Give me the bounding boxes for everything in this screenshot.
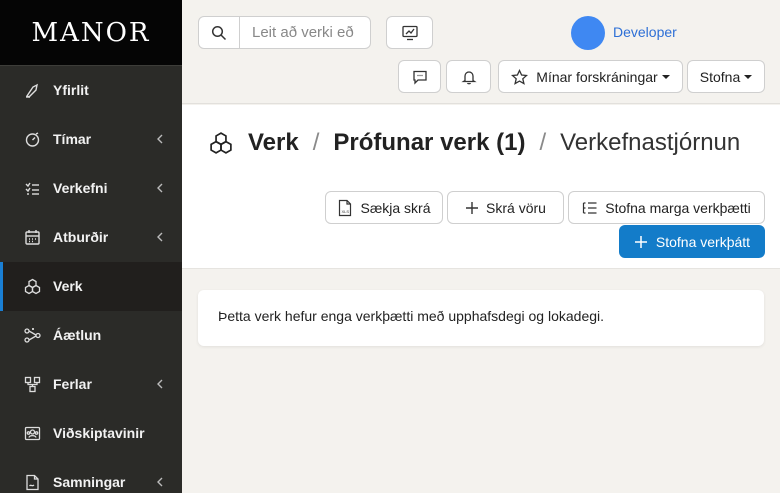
presentation-icon — [401, 25, 418, 40]
notifications-button[interactable] — [446, 60, 491, 93]
create-task-label: Stofna verkþátt — [655, 233, 751, 250]
sidebar-item-label: Verkefni — [53, 180, 108, 196]
sidebar-item-label: Verk — [53, 278, 83, 294]
create-label: Stofna — [699, 68, 741, 85]
chevron-left-icon — [157, 379, 163, 389]
breadcrumb-separator: / — [539, 129, 547, 156]
chevron-left-icon — [157, 477, 163, 487]
sidebar-item-vidskiptavinir[interactable]: Viðskiptavinir — [0, 409, 182, 458]
breadcrumb-project-link[interactable]: Prófunar verk (1) — [333, 129, 525, 157]
sidebar-item-label: Áætlun — [53, 327, 102, 343]
search-icon — [211, 25, 227, 40]
customers-icon — [24, 426, 41, 441]
breadcrumb-root-link[interactable]: Verk — [248, 129, 299, 157]
download-file-button[interactable]: XLS Sækja skrá — [325, 191, 443, 224]
dashboard-icon — [25, 83, 38, 98]
sidebar-item-yfirlit[interactable]: Yfirlit — [0, 66, 182, 115]
sidebar-item-atburdir[interactable]: Atburðir — [0, 213, 182, 262]
user-name-link[interactable]: Developer — [613, 24, 677, 40]
favorites-dropdown[interactable]: Mínar forskráningar — [498, 60, 683, 93]
chevron-left-icon — [157, 183, 163, 193]
cubes-icon — [24, 278, 41, 295]
calendar-icon — [25, 230, 40, 245]
sidebar-item-label: Viðskiptavinir — [53, 425, 145, 441]
sidebar-item-label: Tímar — [53, 131, 92, 147]
sidebar-item-label: Samningar — [53, 474, 126, 490]
breadcrumb-separator: / — [312, 129, 320, 156]
sidebar: MANOR Yfirlit Tímar Verkefni Atburðir Ve… — [0, 0, 182, 493]
plan-icon — [24, 328, 41, 343]
svg-text:XLS: XLS — [342, 209, 350, 214]
register-item-button[interactable]: Skrá vöru — [447, 191, 564, 224]
timer-icon — [25, 132, 40, 147]
sidebar-item-timar[interactable]: Tímar — [0, 115, 182, 164]
create-dropdown[interactable]: Stofna — [687, 60, 765, 93]
bell-icon — [460, 70, 477, 84]
brand-logo[interactable]: MANOR — [0, 0, 182, 66]
register-item-label: Skrá vöru — [486, 199, 546, 216]
breadcrumb: Verk / Prófunar verk (1) / Verkefnastjór… — [208, 129, 740, 157]
download-file-label: Sækja skrá — [360, 199, 431, 216]
create-task-button[interactable]: Stofna verkþátt — [619, 225, 765, 258]
empty-state-card: Þetta verk hefur enga verkþætti með upph… — [198, 290, 764, 346]
sidebar-item-label: Atburðir — [53, 229, 109, 245]
process-icon — [24, 376, 41, 393]
page-title: Verkefnastjórnun — [560, 129, 741, 156]
sidebar-item-ferlar[interactable]: Ferlar — [0, 360, 182, 409]
sidebar-item-label: Ferlar — [53, 376, 92, 392]
cubes-icon — [210, 132, 232, 154]
create-many-label: Stofna marga verkþætti — [605, 199, 751, 216]
chat-icon — [412, 70, 427, 85]
plus-icon — [634, 235, 647, 248]
tasks-icon — [25, 182, 39, 195]
contract-icon — [26, 474, 39, 491]
screen-share-button[interactable] — [386, 16, 433, 49]
sidebar-item-label: Yfirlit — [53, 82, 89, 98]
sidebar-item-samningar[interactable]: Samningar — [0, 458, 182, 493]
search-input[interactable] — [239, 16, 371, 49]
topbar: Developer Mínar forskráningar Stofna — [182, 0, 780, 104]
search-button[interactable] — [198, 16, 240, 49]
chevron-left-icon — [157, 232, 163, 242]
favorites-label: Mínar forskráningar — [536, 68, 658, 85]
avatar[interactable] — [571, 16, 605, 50]
star-icon — [511, 68, 529, 85]
sidebar-item-aaetlun[interactable]: Áætlun — [0, 311, 182, 360]
sidebar-item-verkefni[interactable]: Verkefni — [0, 164, 182, 213]
caret-down-icon — [744, 74, 753, 79]
xls-file-icon: XLS — [339, 199, 352, 216]
caret-down-icon — [661, 74, 670, 79]
messages-button[interactable] — [398, 60, 441, 93]
plus-icon — [466, 201, 479, 214]
create-many-button[interactable]: Stofna marga verkþætti — [568, 191, 765, 224]
sidebar-item-verk[interactable]: Verk — [0, 262, 182, 311]
list-icon — [583, 201, 597, 214]
chevron-left-icon — [157, 134, 163, 144]
empty-state-message: Þetta verk hefur enga verkþætti með upph… — [218, 308, 605, 324]
page-header: Verk / Prófunar verk (1) / Verkefnastjór… — [182, 105, 780, 269]
